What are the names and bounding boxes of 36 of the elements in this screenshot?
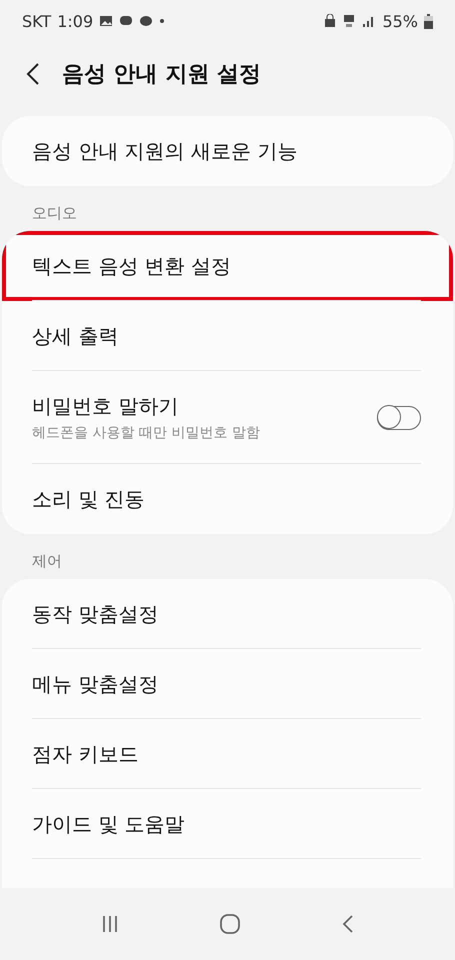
section-heading: 제어 xyxy=(31,551,63,572)
carrier-label: SKT xyxy=(22,12,52,30)
settings-item[interactable]: 점자 키보드 xyxy=(2,719,453,789)
toggle-switch[interactable] xyxy=(377,406,421,430)
lock-icon xyxy=(324,14,336,28)
item-title: 텍스트 음성 변환 설정 xyxy=(32,252,232,280)
back-nav-icon[interactable] xyxy=(341,914,356,934)
item-title: 비밀번호 말하기 xyxy=(32,393,180,420)
settings-item[interactable]: 상세 출력 xyxy=(2,301,453,371)
highlighted-settings-item[interactable]: 텍스트 음성 변환 설정 xyxy=(2,231,453,301)
settings-item[interactable]: 음성 안내 지원의 새로운 기능 xyxy=(2,116,453,186)
item-title: 소리 및 진동 xyxy=(32,486,146,512)
dot-icon xyxy=(159,18,166,24)
settings-item[interactable]: 비밀번호 말하기 헤드폰을 사용할 때만 비밀번호 말함 xyxy=(2,371,453,464)
message-icon xyxy=(139,15,154,27)
battery-icon xyxy=(424,14,433,28)
home-icon[interactable] xyxy=(219,913,242,935)
item-title: 동작 맞춤설정 xyxy=(32,600,160,628)
settings-item[interactable]: 메뉴 맞춤설정 xyxy=(2,649,453,719)
battery-level: 55% xyxy=(382,12,418,30)
network-icon xyxy=(342,14,356,28)
section-heading: 오디오 xyxy=(31,203,78,224)
settings-item[interactable]: 동작 맞춤설정 xyxy=(2,579,453,649)
item-title: 메뉴 맞춤설정 xyxy=(32,670,160,698)
item-title: 상세 출력 xyxy=(32,322,120,350)
clock: 1:09 xyxy=(57,12,94,30)
chat-icon xyxy=(119,15,134,27)
settings-item[interactable]: 소리 및 진동 xyxy=(2,464,453,534)
back-icon[interactable] xyxy=(26,62,40,86)
item-title: 점자 키보드 xyxy=(32,740,140,768)
item-subtitle: 헤드폰을 사용할 때만 비밀번호 말함 xyxy=(32,424,261,442)
settings-item[interactable]: 가이드 및 도움말 xyxy=(2,789,453,859)
item-title: 음성 안내 지원의 새로운 기능 xyxy=(32,138,298,164)
item-title: 가이드 및 도움말 xyxy=(32,810,186,838)
image-icon xyxy=(99,15,114,27)
page-title: 음성 안내 지원 설정 xyxy=(62,61,261,89)
